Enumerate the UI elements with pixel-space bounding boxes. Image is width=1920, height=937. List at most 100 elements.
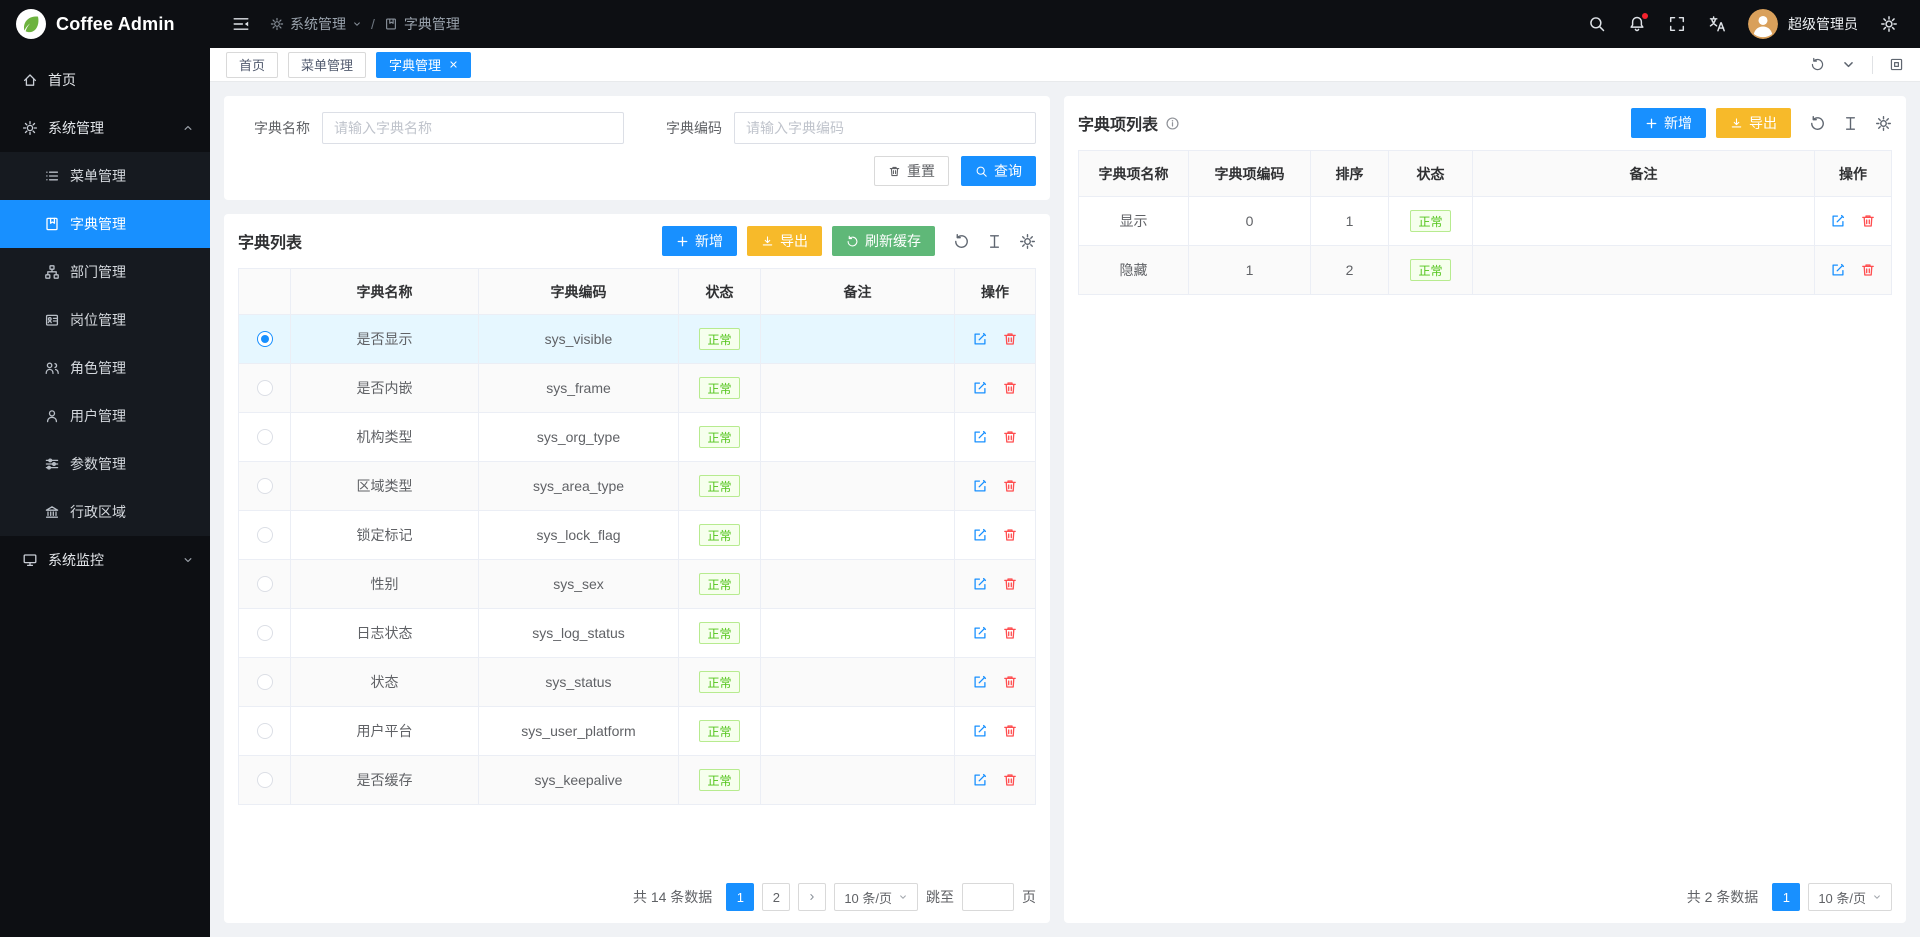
jump-input[interactable] — [962, 883, 1014, 911]
delete-icon[interactable] — [1002, 331, 1018, 347]
table-row[interactable]: 日志状态sys_log_status正常 — [239, 609, 1035, 658]
page-button-2[interactable]: 2 — [762, 883, 790, 911]
delete-icon[interactable] — [1002, 625, 1018, 641]
export-dict-button[interactable]: 导出 — [747, 226, 822, 256]
table-row[interactable]: 显示01正常 — [1079, 197, 1891, 246]
row-radio[interactable] — [257, 478, 273, 494]
delete-icon[interactable] — [1002, 527, 1018, 543]
refresh-cache-button[interactable]: 刷新缓存 — [832, 226, 935, 256]
tab-actions-dropdown[interactable] — [1841, 57, 1856, 72]
sidebar-item-home[interactable]: 首页 — [0, 56, 210, 104]
row-radio[interactable] — [257, 625, 273, 641]
row-radio[interactable] — [257, 674, 273, 690]
sidebar-item-role-mgmt[interactable]: 角色管理 — [0, 344, 210, 392]
actions-cell — [955, 756, 1035, 804]
remark-cell — [761, 560, 955, 608]
table-settings-button[interactable] — [1875, 115, 1892, 132]
refresh-table-button[interactable] — [1809, 115, 1826, 132]
add-item-button[interactable]: 新增 — [1631, 108, 1706, 138]
edit-icon[interactable] — [972, 527, 988, 543]
column-settings-button[interactable] — [1842, 115, 1859, 132]
notification-button[interactable] — [1628, 15, 1646, 33]
sidebar-item-param-mgmt[interactable]: 参数管理 — [0, 440, 210, 488]
table-row[interactable]: 是否显示sys_visible正常 — [239, 315, 1035, 364]
export-item-button[interactable]: 导出 — [1716, 108, 1791, 138]
row-radio[interactable] — [257, 331, 273, 347]
tab-home[interactable]: 首页 — [226, 52, 278, 78]
edit-icon[interactable] — [972, 723, 988, 739]
breadcrumb-item-system[interactable]: 系统管理 — [270, 14, 362, 34]
page-button-1[interactable]: 1 — [726, 883, 754, 911]
edit-icon[interactable] — [972, 380, 988, 396]
edit-icon[interactable] — [972, 429, 988, 445]
refresh-table-button[interactable] — [953, 233, 970, 250]
breadcrumb-item-dict[interactable]: 字典管理 — [384, 14, 460, 34]
close-icon[interactable] — [449, 60, 458, 69]
delete-icon[interactable] — [1002, 674, 1018, 690]
row-radio[interactable] — [257, 772, 273, 788]
edit-icon[interactable] — [972, 625, 988, 641]
collapse-sidebar-button[interactable] — [232, 15, 250, 33]
content-fullscreen-button[interactable] — [1889, 57, 1904, 72]
delete-icon[interactable] — [1860, 213, 1876, 229]
app-logo[interactable]: Coffee Admin — [0, 0, 210, 48]
column-settings-button[interactable] — [986, 233, 1003, 250]
edit-icon[interactable] — [972, 331, 988, 347]
row-radio[interactable] — [257, 380, 273, 396]
reset-button[interactable]: 重置 — [874, 156, 949, 186]
sidebar-item-dict-mgmt[interactable]: 字典管理 — [0, 200, 210, 248]
sidebar-item-region-mgmt[interactable]: 行政区域 — [0, 488, 210, 536]
username[interactable]: 超级管理员 — [1788, 14, 1858, 34]
settings-button[interactable] — [1880, 15, 1898, 33]
page-size-select[interactable]: 10 条/页 — [1808, 883, 1892, 911]
delete-icon[interactable] — [1002, 478, 1018, 494]
dict-name-input[interactable] — [322, 112, 624, 144]
tab-menu-mgmt[interactable]: 菜单管理 — [288, 52, 366, 78]
edit-icon[interactable] — [972, 772, 988, 788]
delete-icon[interactable] — [1002, 380, 1018, 396]
sidebar-item-post-mgmt[interactable]: 岗位管理 — [0, 296, 210, 344]
translate-button[interactable] — [1708, 15, 1726, 33]
dict-code-input[interactable] — [734, 112, 1036, 144]
add-dict-button[interactable]: 新增 — [662, 226, 737, 256]
sidebar-item-dept-mgmt[interactable]: 部门管理 — [0, 248, 210, 296]
edit-icon[interactable] — [1830, 213, 1846, 229]
table-row[interactable]: 是否缓存sys_keepalive正常 — [239, 756, 1035, 805]
delete-icon[interactable] — [1002, 429, 1018, 445]
row-radio[interactable] — [257, 723, 273, 739]
table-row[interactable]: 用户平台sys_user_platform正常 — [239, 707, 1035, 756]
table-row[interactable]: 区域类型sys_area_type正常 — [239, 462, 1035, 511]
fullscreen-button[interactable] — [1668, 15, 1686, 33]
delete-icon[interactable] — [1860, 262, 1876, 278]
table-row[interactable]: 状态sys_status正常 — [239, 658, 1035, 707]
delete-icon[interactable] — [1002, 772, 1018, 788]
table-row[interactable]: 隐藏12正常 — [1079, 246, 1891, 295]
sidebar-item-system-mgmt[interactable]: 系统管理 — [0, 104, 210, 152]
page-button-1[interactable]: 1 — [1772, 883, 1800, 911]
table-settings-button[interactable] — [1019, 233, 1036, 250]
table-row[interactable]: 是否内嵌sys_frame正常 — [239, 364, 1035, 413]
row-radio[interactable] — [257, 527, 273, 543]
table-row[interactable]: 性别sys_sex正常 — [239, 560, 1035, 609]
edit-icon[interactable] — [972, 674, 988, 690]
page-size-select[interactable]: 10 条/页 — [834, 883, 918, 911]
sidebar-item-system-monitor[interactable]: 系统监控 — [0, 536, 210, 584]
row-radio[interactable] — [257, 576, 273, 592]
edit-icon[interactable] — [972, 576, 988, 592]
sidebar-item-user-mgmt[interactable]: 用户管理 — [0, 392, 210, 440]
edit-icon[interactable] — [972, 478, 988, 494]
info-icon[interactable] — [1165, 116, 1180, 131]
edit-icon[interactable] — [1830, 262, 1846, 278]
query-button[interactable]: 查询 — [961, 156, 1036, 186]
row-radio[interactable] — [257, 429, 273, 445]
table-row[interactable]: 机构类型sys_org_type正常 — [239, 413, 1035, 462]
user-avatar[interactable] — [1748, 9, 1778, 39]
next-page-button[interactable] — [798, 883, 826, 911]
refresh-tabs-button[interactable] — [1810, 57, 1825, 72]
table-row[interactable]: 锁定标记sys_lock_flag正常 — [239, 511, 1035, 560]
sidebar-item-menu-mgmt[interactable]: 菜单管理 — [0, 152, 210, 200]
delete-icon[interactable] — [1002, 723, 1018, 739]
delete-icon[interactable] — [1002, 576, 1018, 592]
tab-dict-mgmt[interactable]: 字典管理 — [376, 52, 471, 78]
search-button[interactable] — [1588, 15, 1606, 33]
